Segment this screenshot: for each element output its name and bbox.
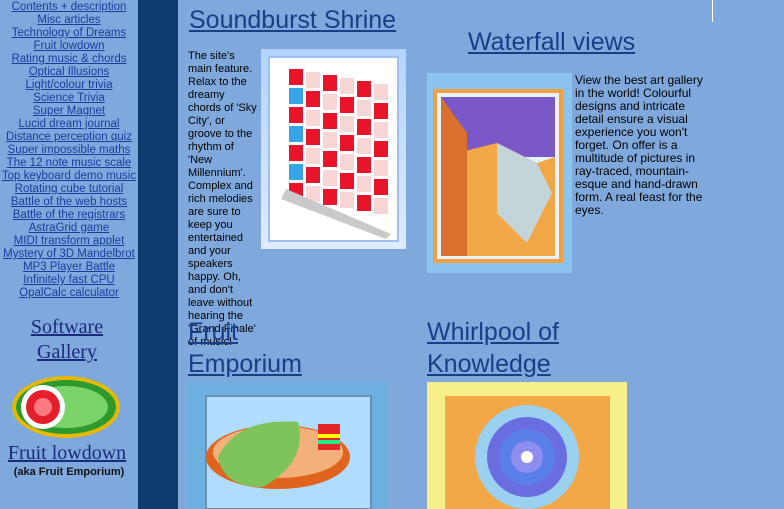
checker-cell bbox=[306, 91, 320, 107]
nav-link[interactable]: AstraGrid game bbox=[0, 222, 138, 235]
waterfall-text: View the best art gallery in the world! … bbox=[575, 73, 703, 217]
checker-cell bbox=[340, 135, 354, 151]
checker-cell bbox=[374, 122, 388, 138]
nav-link[interactable]: Contents + description bbox=[0, 1, 138, 14]
checker-cell bbox=[289, 107, 303, 123]
checker-cell bbox=[340, 78, 354, 94]
checker-cell bbox=[357, 81, 371, 97]
nav-link[interactable]: Misc articles bbox=[0, 14, 138, 27]
checker-cell bbox=[323, 75, 337, 91]
checker-cell bbox=[374, 103, 388, 119]
waterfall-image[interactable] bbox=[427, 73, 572, 273]
nav-list: Contents + description Misc articles Techn… bbox=[0, 1, 138, 300]
fruit-emporium-image[interactable] bbox=[188, 382, 388, 509]
checker-cell bbox=[289, 126, 303, 142]
checker-cell bbox=[323, 189, 337, 205]
nav-link[interactable]: MIDI transform applet bbox=[0, 235, 138, 248]
nav-link[interactable]: Rating music & chords bbox=[0, 53, 138, 66]
fruit-emporium-title[interactable]: Fruit Emporium bbox=[188, 316, 338, 380]
checker-cell bbox=[306, 72, 320, 88]
sidebar-stripe bbox=[138, 0, 178, 509]
nav-link[interactable]: OpalCalc calculator bbox=[0, 287, 138, 300]
checker-cell bbox=[374, 160, 388, 176]
nav-link[interactable]: Lucid dream journal bbox=[0, 118, 138, 131]
nav-link[interactable]: Super Magnet bbox=[0, 105, 138, 118]
checker-cell bbox=[357, 195, 371, 211]
fruit-lowdown-image[interactable] bbox=[10, 374, 122, 440]
nav-link[interactable]: Battle of the registrars bbox=[0, 209, 138, 222]
soundburst-shrine-title[interactable]: Soundburst Shrine bbox=[189, 4, 396, 36]
checker-cell bbox=[357, 100, 371, 116]
waterfall-description: View the best art gallery in the world! … bbox=[575, 74, 710, 217]
checker-cell bbox=[323, 170, 337, 186]
checker-cell bbox=[323, 132, 337, 148]
checker-cell bbox=[340, 97, 354, 113]
nav-link[interactable]: Battle of the web hosts bbox=[0, 196, 138, 209]
soundburst-description: The site's main feature. Relax to the dr… bbox=[188, 50, 260, 349]
soundburst-image[interactable] bbox=[261, 49, 406, 249]
nav-link[interactable]: Top keyboard demo music bbox=[0, 170, 138, 183]
checker-cell bbox=[289, 145, 303, 161]
checker-cell bbox=[357, 119, 371, 135]
checker-cell bbox=[374, 198, 388, 214]
nav-link[interactable]: Super impossible maths bbox=[0, 144, 138, 157]
checker-cell bbox=[374, 84, 388, 100]
fruit-lowdown-link[interactable]: Fruit lowdown bbox=[0, 441, 134, 465]
nav-link[interactable]: Optical Illusions bbox=[0, 66, 138, 79]
checker-cell bbox=[306, 110, 320, 126]
checker-cell bbox=[374, 141, 388, 157]
checker-cell bbox=[340, 154, 354, 170]
nav-link[interactable]: Rotating cube tutorial bbox=[0, 183, 138, 196]
checker-cell bbox=[323, 94, 337, 110]
software-gallery-link[interactable]: Software Gallery bbox=[0, 315, 134, 365]
whirlpool-image[interactable] bbox=[427, 382, 627, 509]
checker-cell bbox=[340, 116, 354, 132]
checker-cell bbox=[289, 164, 303, 180]
nav-link[interactable]: Technology of Dreams bbox=[0, 27, 138, 40]
checker-cell bbox=[357, 157, 371, 173]
nav-link[interactable]: Mystery of 3D Mandelbrot bbox=[0, 248, 138, 261]
waterfall-views-title[interactable]: Waterfall views bbox=[468, 26, 635, 58]
nav-link[interactable]: The 12 note music scale bbox=[0, 157, 138, 170]
divider-line bbox=[712, 0, 713, 22]
checker-cell bbox=[323, 151, 337, 167]
whirlpool-of-knowledge-title[interactable]: Whirlpool of Knowledge bbox=[427, 316, 607, 380]
nav-link[interactable]: Infinitely fast CPU bbox=[0, 274, 138, 287]
nav-link[interactable]: Light/colour trivia bbox=[0, 79, 138, 92]
checker-cell bbox=[357, 176, 371, 192]
nav-link[interactable]: Distance perception quiz bbox=[0, 131, 138, 144]
nav-link[interactable]: MP3 Player Battle bbox=[0, 261, 138, 274]
checker-cell bbox=[289, 69, 303, 85]
aka-label: (aka Fruit Emporium) bbox=[13, 466, 125, 478]
checker-cell bbox=[374, 179, 388, 195]
checker-cell bbox=[306, 167, 320, 183]
checker-cell bbox=[340, 173, 354, 189]
checker-cell bbox=[340, 192, 354, 208]
checker-cell bbox=[357, 138, 371, 154]
soundburst-text: The site's main feature. Relax to the dr… bbox=[188, 50, 257, 348]
nav-link[interactable]: Science Trivia bbox=[0, 92, 138, 105]
checker-cell bbox=[289, 88, 303, 104]
nav-link[interactable]: Fruit lowdown bbox=[0, 40, 138, 53]
checker-cell bbox=[306, 129, 320, 145]
checker-cell bbox=[306, 148, 320, 164]
checker-cell bbox=[323, 113, 337, 129]
